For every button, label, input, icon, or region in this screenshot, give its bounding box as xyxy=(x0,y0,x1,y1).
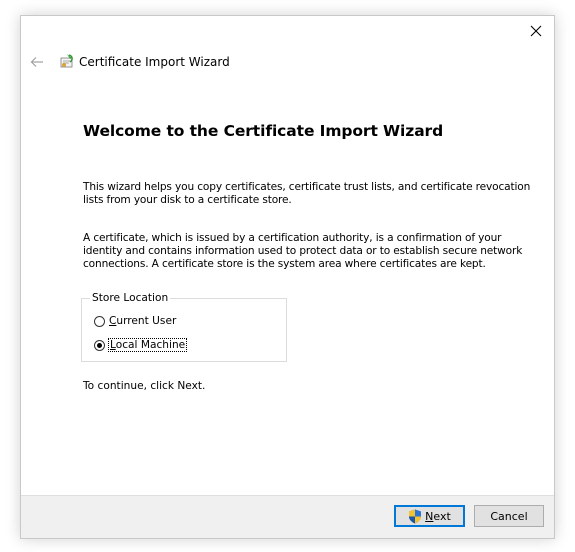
certificate-explanation-paragraph: A certificate, which is issued by a cert… xyxy=(83,232,523,270)
cancel-button[interactable]: Cancel xyxy=(474,505,544,527)
intro-paragraph: This wizard helps you copy certificates,… xyxy=(83,181,531,206)
current-user-option[interactable]: Current User xyxy=(94,313,176,329)
certificate-wizard-icon xyxy=(60,54,73,68)
local-machine-radio[interactable] xyxy=(94,339,105,351)
back-button[interactable] xyxy=(27,52,47,72)
local-machine-label-rest: ocal Machine xyxy=(115,339,186,351)
wizard-header: Certificate Import Wizard xyxy=(21,52,554,76)
next-label: Next xyxy=(425,510,451,523)
wizard-title: Certificate Import Wizard xyxy=(79,55,230,69)
current-user-label[interactable]: Current User xyxy=(109,315,176,327)
close-button[interactable] xyxy=(522,18,550,44)
next-button[interactable]: Next xyxy=(394,505,465,527)
certificate-import-wizard-window: Certificate Import Wizard Welcome to the… xyxy=(20,15,555,539)
close-icon xyxy=(530,25,542,37)
local-machine-label[interactable]: Local Machine xyxy=(107,338,188,352)
continue-instruction: To continue, click Next. xyxy=(83,380,206,392)
page-heading: Welcome to the Certificate Import Wizard xyxy=(83,122,444,140)
store-location-group: Store Location Current User Local Machin… xyxy=(81,291,287,362)
current-user-radio[interactable] xyxy=(94,315,105,327)
wizard-footer: Next Cancel xyxy=(21,495,554,538)
current-user-label-rest: urrent User xyxy=(116,315,177,327)
store-location-legend: Store Location xyxy=(90,291,171,305)
next-label-rest: ext xyxy=(433,509,451,523)
local-machine-option[interactable]: Local Machine xyxy=(94,337,188,353)
uac-shield-icon xyxy=(409,509,422,523)
back-arrow-icon xyxy=(30,57,43,67)
